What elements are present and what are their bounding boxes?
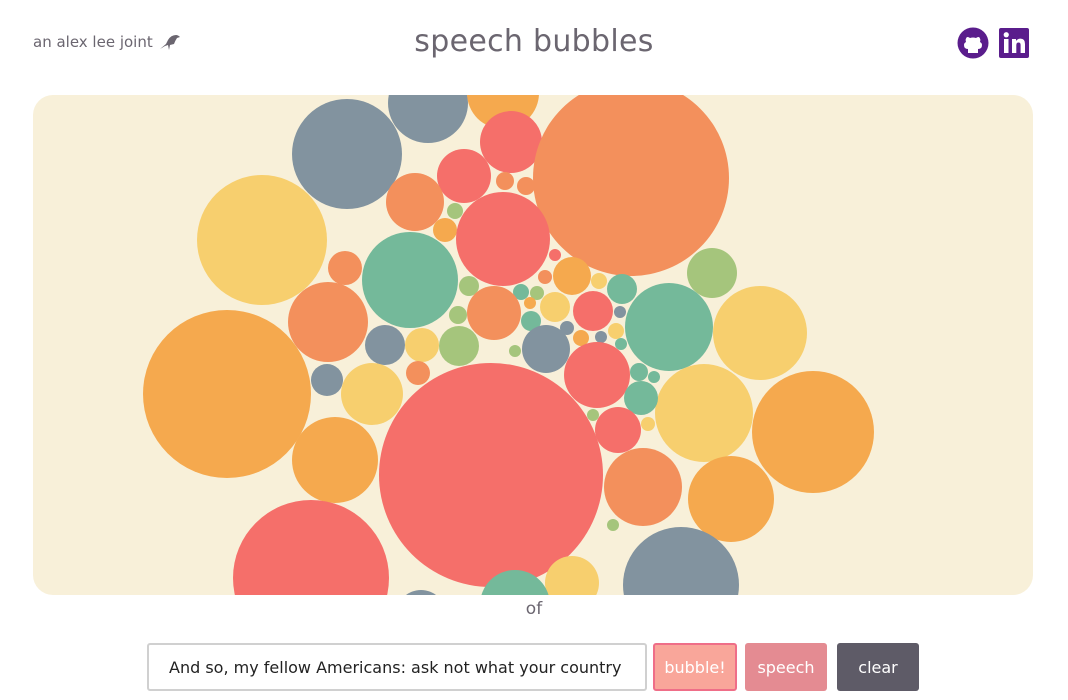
bubble [615, 338, 627, 350]
bubble [437, 149, 491, 203]
bubble [595, 407, 641, 453]
bubble [496, 172, 514, 190]
bubble [311, 364, 343, 396]
bubble [388, 95, 468, 143]
bubble [509, 345, 521, 357]
bubble [517, 177, 535, 195]
bubble [540, 292, 570, 322]
bubble [655, 364, 753, 462]
bubble [362, 232, 458, 328]
bubble [533, 95, 729, 276]
bubble [522, 325, 570, 373]
bubble [549, 249, 561, 261]
bubble [607, 274, 637, 304]
social-links [957, 27, 1030, 59]
bubble [386, 173, 444, 231]
bubble [197, 175, 327, 305]
bubble [456, 192, 550, 286]
bubble [752, 371, 874, 493]
current-word: of [525, 599, 543, 619]
bubble [687, 248, 737, 298]
bubble [608, 323, 624, 339]
bubble [328, 251, 362, 285]
bubble [292, 417, 378, 503]
bubble [233, 500, 389, 595]
bubble [553, 257, 591, 295]
bubble [439, 326, 479, 366]
bubble [591, 273, 607, 289]
page-title: speech bubbles [414, 24, 654, 59]
bubble [524, 297, 536, 309]
bubble [538, 270, 552, 284]
bubble [564, 342, 630, 408]
bubble [614, 306, 626, 318]
bubble-svg [143, 95, 874, 595]
bubble [587, 409, 599, 421]
bubble [641, 417, 655, 431]
github-icon[interactable] [957, 27, 989, 59]
bubble [688, 456, 774, 542]
bubble [573, 330, 589, 346]
bubble [288, 282, 368, 362]
clear-button[interactable]: clear [837, 643, 919, 691]
speech-button[interactable]: speech [745, 643, 827, 691]
bubble [648, 371, 660, 383]
bubble [292, 99, 402, 209]
bubble [405, 328, 439, 362]
bubble [595, 331, 607, 343]
bubble-button[interactable]: bubble! [653, 643, 737, 691]
bubble [607, 519, 619, 531]
bubble-canvas[interactable] [33, 95, 1033, 595]
bubble [713, 286, 807, 380]
bubble [604, 448, 682, 526]
bubble [630, 363, 648, 381]
bubble [467, 286, 521, 340]
bubble [143, 310, 311, 478]
bubble [406, 590, 436, 595]
bubble [379, 363, 603, 587]
linkedin-icon[interactable] [998, 27, 1030, 59]
bubble [341, 363, 403, 425]
bubble [449, 306, 467, 324]
bubble [447, 203, 463, 219]
bubble [365, 325, 405, 365]
bubble [433, 218, 457, 242]
bubble [625, 283, 713, 371]
bubble [406, 361, 430, 385]
bubble [480, 111, 542, 173]
controls: bubble! speech clear [147, 643, 919, 691]
speech-input[interactable] [147, 643, 647, 691]
bubble [573, 291, 613, 331]
